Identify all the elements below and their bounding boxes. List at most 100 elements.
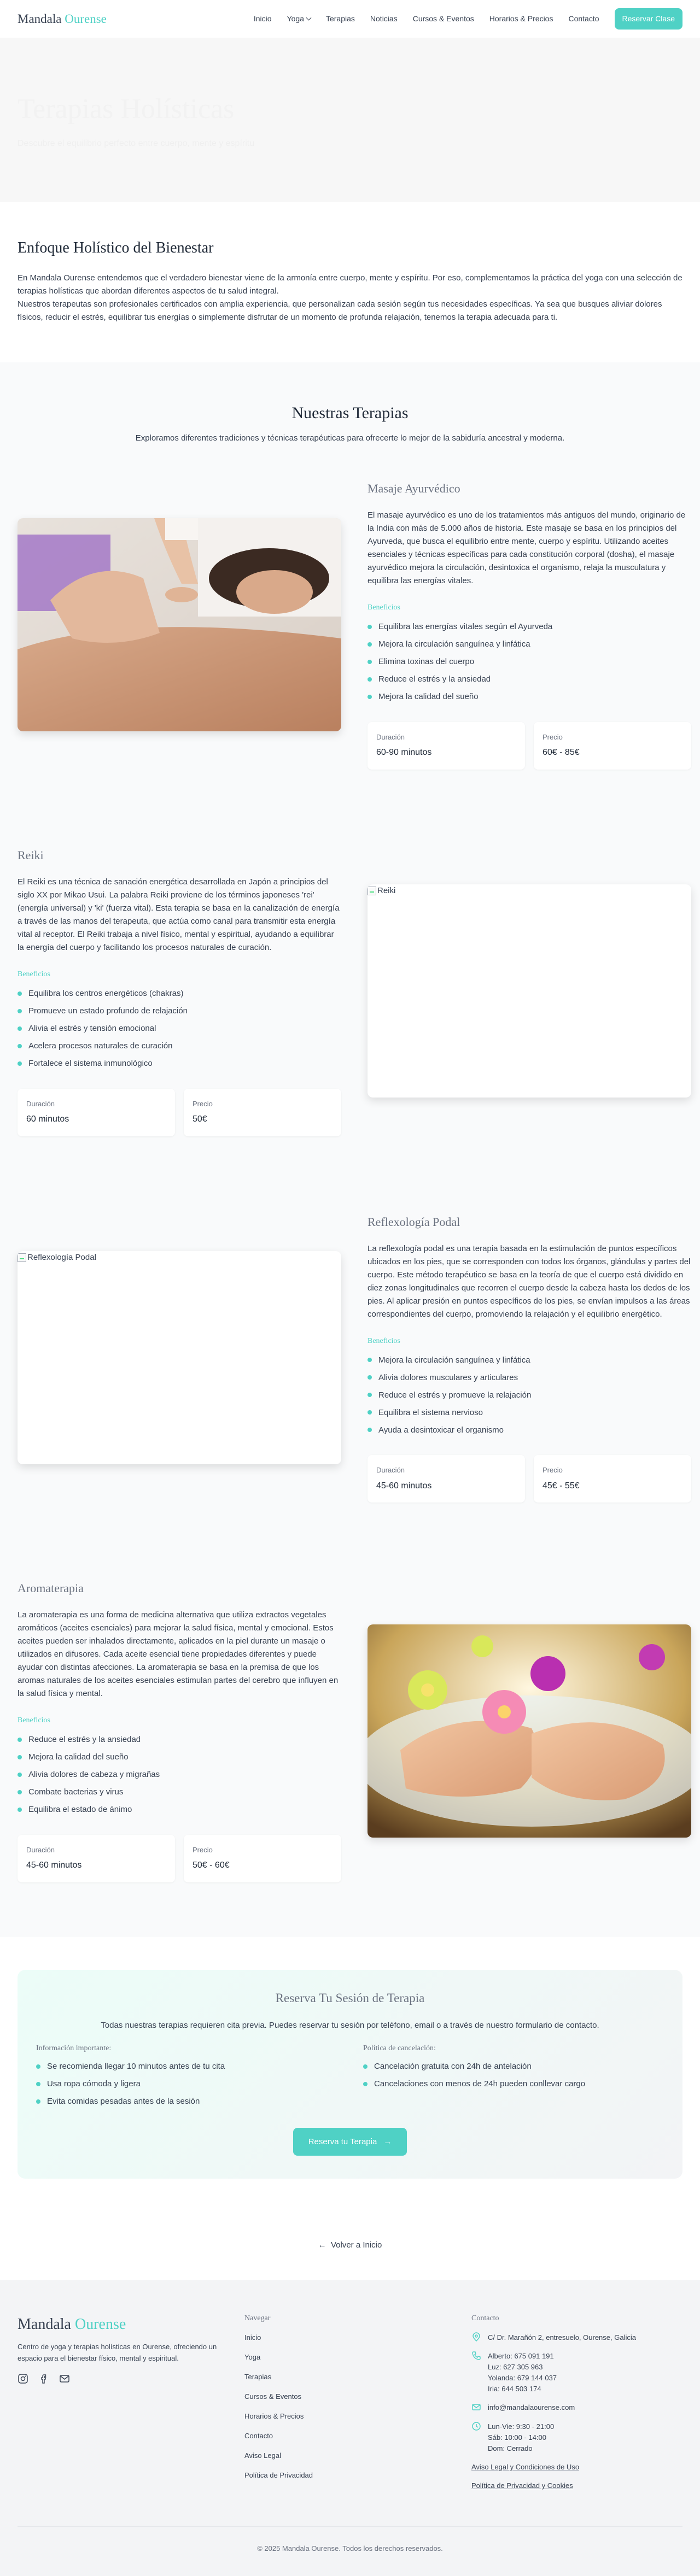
footer-nav-list: Inicio Yoga Terapias Cursos & Eventos Ho… <box>244 2332 471 2490</box>
therapy-text-column: Reiki El Reiki es una técnica de sanació… <box>18 846 341 1136</box>
duration-value: 60-90 minutos <box>376 748 432 758</box>
nav-link-noticias[interactable]: Noticias <box>370 13 398 25</box>
footer-logo-main: Mandala <box>18 2316 71 2333</box>
phone-entry[interactable]: Luz: 627 305 963 <box>488 2362 557 2373</box>
hours-entry: Dom: Cerrado <box>488 2444 533 2452</box>
footer-nav-title: Navegar <box>244 2314 271 2323</box>
facebook-icon[interactable] <box>38 2373 49 2384</box>
arrow-left-icon: ← <box>318 2240 326 2250</box>
email-link[interactable]: info@mandalaourense.com <box>488 2402 575 2413</box>
bullet-dot-icon <box>18 1061 22 1066</box>
nav-link-cursos[interactable]: Cursos & Eventos <box>413 13 474 25</box>
benefit-text: Alivia el estrés y tensión emocional <box>28 1024 156 1034</box>
price-card: Precio 50€ <box>184 1088 341 1136</box>
site-logo[interactable]: Mandala Ourense <box>18 9 107 29</box>
price-value: 50€ - 60€ <box>192 1861 230 1870</box>
nav-link-yoga[interactable]: Yoga <box>287 13 312 25</box>
benefit-text: Mejora la circulación sanguínea y linfát… <box>378 1355 530 1365</box>
mail-icon[interactable] <box>59 2373 70 2384</box>
benefit-item: Promueve un estado profundo de relajació… <box>18 1002 341 1020</box>
footer-link-yoga[interactable]: Yoga <box>244 2352 471 2372</box>
contact-hours: Lun-Vie: 9:30 - 21:00 Sáb: 10:00 - 14:00… <box>471 2421 682 2454</box>
back-to-home-link[interactable]: ← Volver a Inicio <box>0 2217 700 2280</box>
bullet-dot-icon <box>368 1358 372 1363</box>
footer-link-cursos[interactable]: Cursos & Eventos <box>244 2391 471 2411</box>
footer-contact: Contacto C/ Dr. Marañón 2, entresuelo, O… <box>471 2313 682 2499</box>
footer-link-inicio[interactable]: Inicio <box>244 2332 471 2352</box>
bullet-dot-icon <box>18 1790 22 1795</box>
duration-value: 45-60 minutos <box>26 1861 82 1870</box>
bullet-dot-icon <box>18 1043 22 1048</box>
duration-label: Duración <box>26 1846 55 1855</box>
phone-entry[interactable]: Iria: 644 503 174 <box>488 2384 557 2395</box>
aromatherapy-photo-illustration <box>368 1624 691 1838</box>
benefit-item: Reduce el estrés y la ansiedad <box>18 1731 341 1748</box>
therapy-name: Aromaterapia <box>18 1581 84 1595</box>
duration-label: Duración <box>376 1466 405 1475</box>
chevron-down-icon <box>306 15 312 21</box>
bullet-dot-icon <box>18 1773 22 1777</box>
broken-image-alt: Reiki <box>368 884 395 897</box>
legal-notice-link[interactable]: Aviso Legal y Condiciones de Uso <box>471 2462 682 2473</box>
duration-label: Duración <box>376 732 405 741</box>
map-pin-icon <box>472 2332 480 2342</box>
bullet-dot-icon <box>18 1738 22 1742</box>
therapy-description: La aromaterapia es una forma de medicina… <box>18 1610 339 1699</box>
cancellation-title: Política de cancelación: <box>363 2044 436 2052</box>
footer-link-privacidad[interactable]: Política de Privacidad <box>244 2470 471 2490</box>
benefit-text: Mejora la circulación sanguínea y linfát… <box>378 639 530 649</box>
privacy-cookies-link[interactable]: Política de Privacidad y Cookies <box>471 2480 682 2491</box>
phone-entry[interactable]: Alberto: 675 091 191 <box>488 2351 557 2362</box>
footer-link-contacto[interactable]: Contacto <box>244 2431 471 2450</box>
therapy-description: El masaje ayurvédico es uno de los trata… <box>368 510 686 586</box>
nav-link-terapias[interactable]: Terapias <box>326 13 355 25</box>
booking-title: Reserva Tu Sesión de Terapia <box>275 1991 425 2005</box>
benefit-item: Acelera procesos naturales de curación <box>18 1037 341 1055</box>
nav-link-contacto[interactable]: Contacto <box>568 13 599 25</box>
benefit-item: Combate bacterias y virus <box>18 1783 341 1801</box>
footer-link-aviso-legal[interactable]: Aviso Legal <box>244 2450 471 2470</box>
therapy-aromatherapy: Aromaterapia La aromaterapia es una form… <box>18 1579 691 1883</box>
benefit-text: Acelera procesos naturales de curación <box>28 1041 173 1051</box>
info-item: Se recomienda llegar 10 minutos antes de… <box>36 2058 337 2075</box>
nav-link-inicio[interactable]: Inicio <box>254 13 272 25</box>
footer-logo[interactable]: Mandala Ourense <box>18 2313 228 2336</box>
book-therapy-button[interactable]: Reserva tu Terapia → <box>293 2127 407 2156</box>
footer-link-terapias[interactable]: Terapias <box>244 2372 471 2391</box>
benefit-text: Alivia dolores de cabeza y migrañas <box>28 1770 160 1780</box>
bullet-dot-icon <box>18 991 22 996</box>
therapy-description: El Reiki es una técnica de sanación ener… <box>18 877 340 952</box>
bullet-dot-icon <box>18 1026 22 1031</box>
instagram-icon[interactable] <box>18 2373 28 2384</box>
email-icon <box>472 2404 481 2411</box>
footer-link-horarios[interactable]: Horarios & Precios <box>244 2411 471 2431</box>
approach-paragraph-1: En Mandala Ourense entendemos que el ver… <box>18 273 682 296</box>
main-menu: Inicio Yoga Terapias Noticias Cursos & E… <box>254 8 682 30</box>
benefit-text: Elimina toxinas del cuerpo <box>378 657 475 667</box>
bullet-dot-icon <box>368 1428 372 1433</box>
hours-entry: Lun-Vie: 9:30 - 21:00 <box>488 2422 555 2431</box>
phone-entry[interactable]: Yolanda: 679 144 037 <box>488 2373 557 2384</box>
broken-image-icon <box>368 886 376 895</box>
therapies-header: Nuestras Terapias Exploramos diferentes … <box>18 401 682 444</box>
therapies-section: Nuestras Terapias Exploramos diferentes … <box>0 362 700 1938</box>
therapy-stats: Duración 45-60 minutos Precio 45€ - 55€ <box>368 1455 691 1503</box>
benefit-text: Reduce el estrés y la ansiedad <box>28 1735 141 1745</box>
approach-paragraph-2: Nuestros terapeutas son profesionales ce… <box>18 300 662 322</box>
price-label: Precio <box>542 1466 563 1475</box>
broken-image-icon <box>18 1253 26 1262</box>
benefit-text: Mejora la calidad del sueño <box>378 692 479 702</box>
benefit-item: Ayuda a desintoxicar el organismo <box>368 1421 691 1439</box>
hours-list: Lun-Vie: 9:30 - 21:00 Sáb: 10:00 - 14:00… <box>488 2421 554 2454</box>
contact-email: info@mandalaourense.com <box>471 2402 682 2413</box>
bullet-dot-icon <box>368 1410 372 1415</box>
cancellation-list: Cancelación gratuita con 24h de antelaci… <box>363 2058 664 2093</box>
footer-logo-accent: Ourense <box>74 2316 126 2333</box>
phone-icon <box>472 2351 481 2360</box>
nav-link-horarios[interactable]: Horarios & Precios <box>489 13 553 25</box>
benefit-text: Reduce el estrés y la ansiedad <box>378 674 491 684</box>
therapy-text-column: Masaje Ayurvédico El masaje ayurvédico e… <box>368 479 691 770</box>
benefit-item: Equilibra el sistema nervioso <box>368 1404 691 1421</box>
reserve-class-button[interactable]: Reservar Clase <box>614 8 682 30</box>
bullet-dot-icon <box>363 2064 368 2069</box>
